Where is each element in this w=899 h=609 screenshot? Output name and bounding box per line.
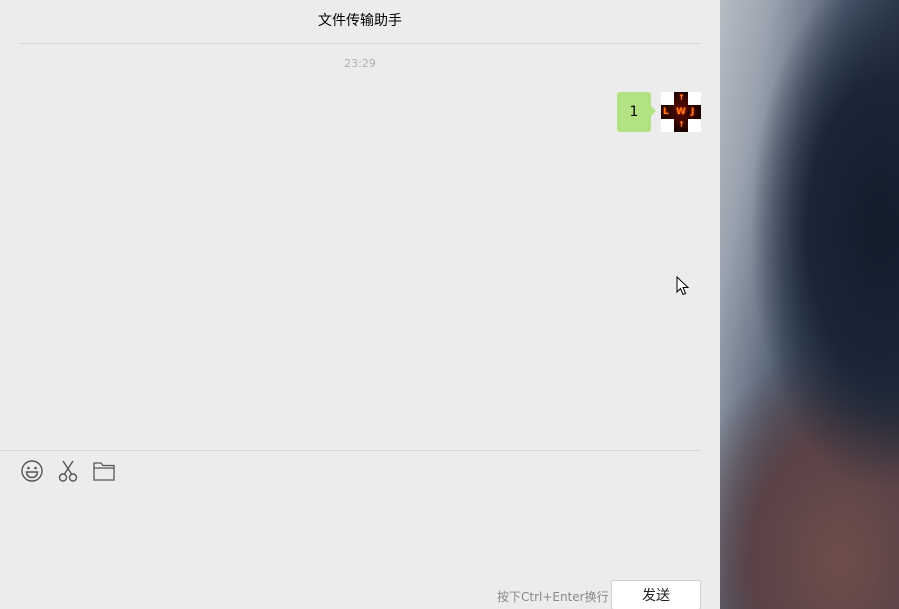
avatar-letter-w: W [676,107,686,117]
chat-window: 文件传输助手 23:29 1 ↑ L W J ↑ 按下Ctrl+Enter换行 … [0,0,720,609]
send-file-button[interactable] [92,459,116,483]
avatar-bottom-mark: ↑ [678,120,685,129]
input-toolbar [20,459,116,483]
chat-title: 文件传输助手 [318,13,402,29]
input-divider [0,450,701,451]
newline-hint: 按下Ctrl+Enter换行 [497,590,609,604]
app-root: 文件传输助手 23:29 1 ↑ L W J ↑ 按下Ctrl+Enter换行 … [0,0,899,609]
message-bubble[interactable]: 1 [617,92,656,132]
screenshot-button[interactable] [56,459,80,483]
desktop-wallpaper [720,0,899,609]
folder-icon [93,462,115,481]
message-timestamp: 23:29 [344,57,376,70]
avatar[interactable]: ↑ L W J ↑ [661,92,701,132]
emoji-button[interactable] [20,459,44,483]
title-divider [19,43,701,44]
message-row: 1 ↑ L W J ↑ [617,92,701,132]
scissors-icon [58,460,78,482]
send-button[interactable]: 发送 [611,580,701,609]
avatar-letter-l: L [663,107,669,117]
avatar-letter-j: J [691,107,695,117]
smiley-icon [21,460,43,482]
mouse-pointer-icon [676,275,690,300]
avatar-top-mark: ↑ [678,93,685,102]
